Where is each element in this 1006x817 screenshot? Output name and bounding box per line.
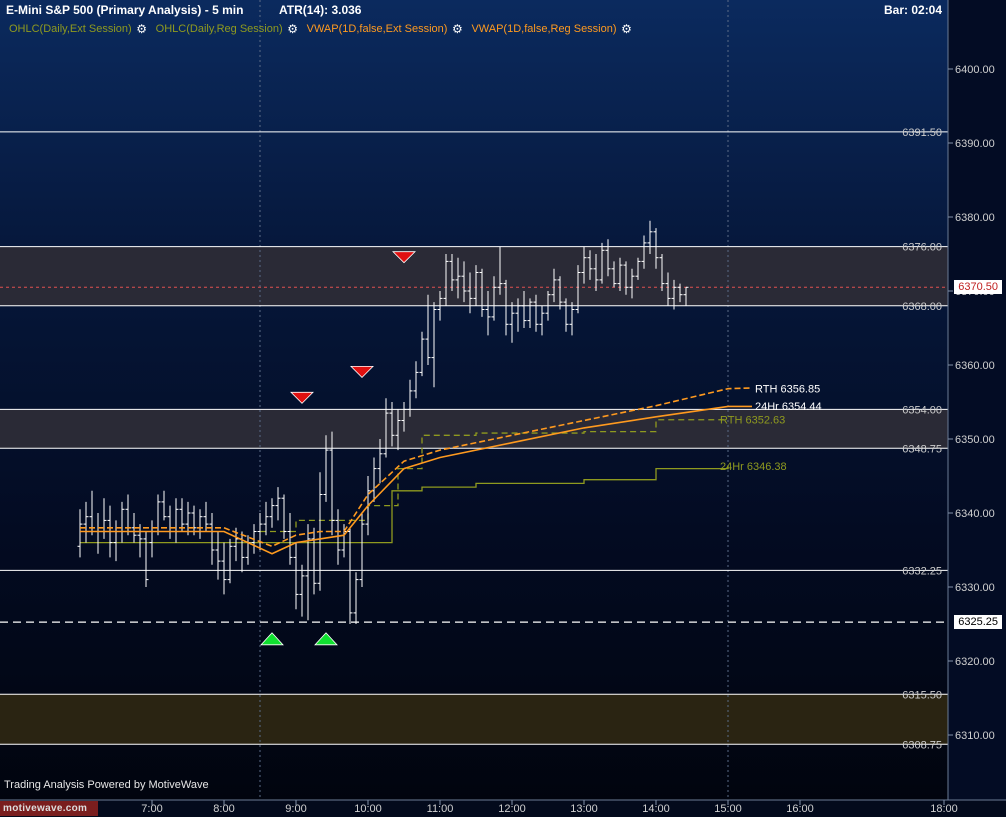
y-tick-label: 6310.00	[955, 730, 995, 742]
legend-vwap-reg[interactable]: VWAP(1D,false,Reg Session) ⚙	[471, 22, 632, 36]
level-annotation: RTH 6356.85	[755, 383, 820, 395]
motivewave-logo: motivewave.com	[0, 801, 98, 816]
y-tick-label: 6360.00	[955, 360, 995, 372]
buy-signal-icon	[314, 632, 338, 646]
buy-signal-icon	[260, 632, 284, 646]
atr-readout: ATR(14): 3.036	[279, 3, 362, 17]
price-chart[interactable]: 6391.50 6376.00 6368.00 6354.00 6348.75 6332.…	[0, 0, 1006, 817]
x-tick-label: 11:00	[427, 803, 454, 815]
legend-label: OHLC(Daily,Reg Session)	[155, 23, 283, 35]
x-tick-label: 10:00	[354, 803, 382, 815]
legend-label: VWAP(1D,false,Ext Session)	[306, 23, 448, 35]
x-tick-label: 13:00	[570, 803, 598, 815]
y-tick-label: 6320.00	[955, 656, 995, 668]
level-label: 6308.75	[902, 739, 942, 751]
level-label: 6376.00	[902, 242, 942, 254]
x-tick-label: 18:00	[930, 803, 958, 815]
x-tick-label: 14:00	[642, 803, 670, 815]
level-label: 6348.75	[902, 443, 942, 455]
y-tick-label: 6380.00	[955, 212, 995, 224]
price-zone	[0, 246, 948, 306]
current-price-tag: 6370.50	[954, 280, 1002, 295]
level-label: 6315.50	[902, 689, 942, 701]
price-zone	[0, 694, 948, 745]
indicator-legend: OHLC(Daily,Ext Session) ⚙ OHLC(Daily,Reg…	[9, 22, 641, 36]
powered-by-text: Trading Analysis Powered by MotiveWave	[4, 779, 209, 791]
y-axis-panel	[948, 0, 1006, 817]
y-tick-label: 6330.00	[955, 582, 995, 594]
level-label: 6368.00	[902, 301, 942, 313]
chart-window[interactable]: 6391.50 6376.00 6368.00 6354.00 6348.75 6332.…	[0, 0, 1006, 817]
gear-icon[interactable]: ⚙	[287, 22, 299, 36]
legend-ohlc-ext[interactable]: OHLC(Daily,Ext Session) ⚙	[9, 22, 148, 36]
sell-signal-icon	[350, 366, 374, 378]
x-tick-label: 7:00	[141, 803, 162, 815]
legend-vwap-ext[interactable]: VWAP(1D,false,Ext Session) ⚙	[307, 22, 464, 36]
level-annotation: RTH 6352.63	[720, 415, 785, 427]
legend-label: VWAP(1D,false,Reg Session)	[471, 23, 617, 35]
legend-label: OHLC(Daily,Ext Session)	[9, 23, 132, 35]
gear-icon[interactable]: ⚙	[621, 22, 633, 36]
y-tick-label: 6340.00	[955, 508, 995, 520]
y-tick-label: 6350.00	[955, 434, 995, 446]
level-label: 6391.50	[902, 127, 942, 139]
marked-price-tag: 6325.25	[954, 615, 1002, 630]
gear-icon[interactable]: ⚙	[136, 22, 148, 36]
y-tick-label: 6390.00	[955, 138, 995, 150]
y-tick-label: 6400.00	[955, 64, 995, 76]
x-tick-label: 15:00	[714, 803, 742, 815]
legend-ohlc-reg[interactable]: OHLC(Daily,Reg Session) ⚙	[156, 22, 299, 36]
instrument-title: E-Mini S&P 500 (Primary Analysis) - 5 mi…	[6, 3, 244, 17]
level-label: 6354.00	[902, 404, 942, 416]
gear-icon[interactable]: ⚙	[451, 22, 463, 36]
level-annotation: 24Hr 6354.44	[755, 401, 822, 413]
level-annotation: 24Hr 6346.38	[720, 461, 787, 473]
x-tick-label: 9:00	[285, 803, 306, 815]
level-label: 6332.25	[902, 565, 942, 577]
x-tick-label: 12:00	[498, 803, 526, 815]
bar-timer: Bar: 02:04	[884, 3, 943, 17]
x-tick-label: 8:00	[213, 803, 234, 815]
x-tick-label: 16:00	[786, 803, 814, 815]
sell-signal-icon	[290, 391, 314, 404]
